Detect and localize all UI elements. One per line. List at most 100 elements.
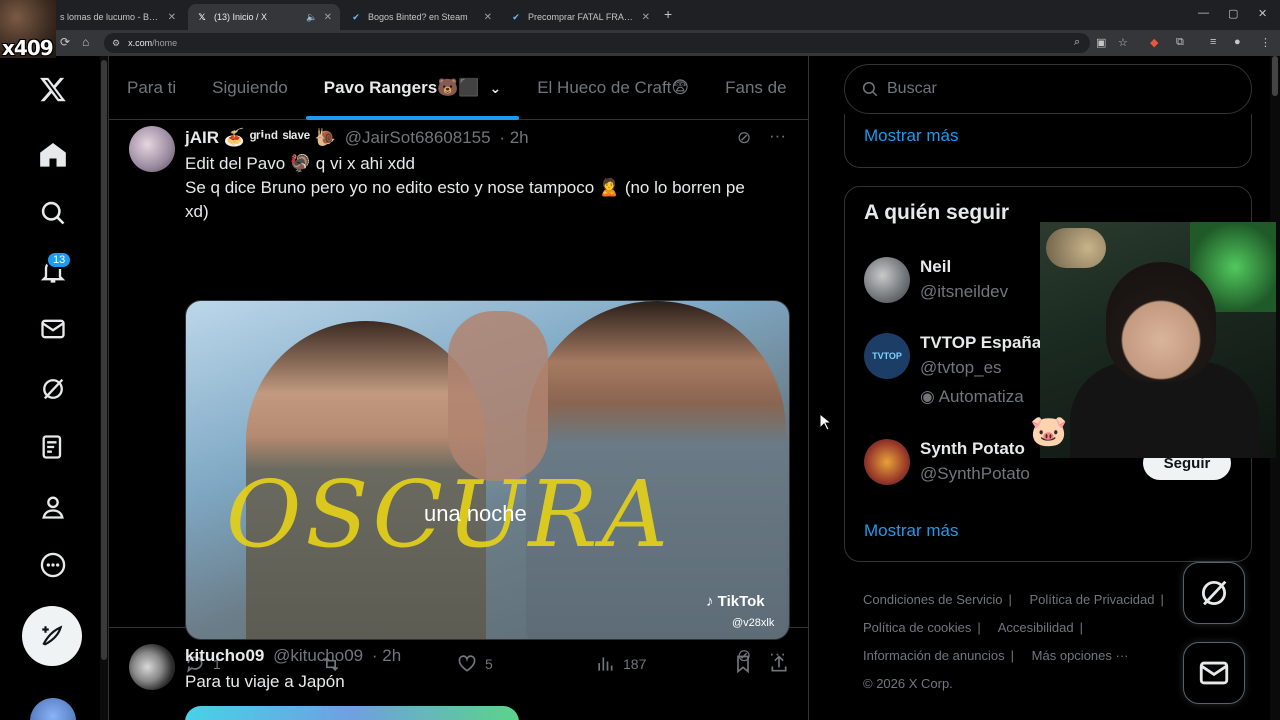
tweet-text-line: Para tu viaje a Japón bbox=[185, 672, 345, 691]
tweet-author-handle[interactable]: @kitucho09 bbox=[273, 646, 363, 665]
tweet-author-avatar[interactable] bbox=[129, 126, 175, 172]
suggestion-name[interactable]: TVTOP España bbox=[920, 333, 1041, 353]
tweet-author-name[interactable]: jAIR 🍝 ᵍʳⁱⁿᵈ ˢˡᵃᵛᵉ 🐌 bbox=[185, 128, 336, 147]
footer-separator: | bbox=[1079, 620, 1083, 635]
footer-separator: | bbox=[1008, 592, 1012, 607]
tweet-author-handle[interactable]: @JairSot68608155 bbox=[345, 128, 491, 147]
tweet-media[interactable] bbox=[185, 706, 519, 720]
scrollbar-thumb[interactable] bbox=[101, 60, 107, 660]
bookmark-star-icon[interactable]: ☆ bbox=[1118, 36, 1128, 49]
compose-post-button[interactable] bbox=[22, 606, 82, 666]
tab-label: El Hueco de Craft😨 bbox=[537, 78, 690, 97]
reload-icon[interactable]: ⟳ bbox=[60, 35, 70, 49]
messages-mail-icon[interactable] bbox=[32, 308, 74, 350]
tweet-text-line: xd) bbox=[185, 202, 209, 221]
close-window-button[interactable]: ✕ bbox=[1258, 7, 1267, 20]
more-icon[interactable]: ··· bbox=[769, 644, 786, 664]
close-tab-icon[interactable]: ✕ bbox=[642, 12, 650, 23]
suggestion-avatar[interactable]: TVTOP bbox=[864, 333, 910, 379]
mascot-sticker: 🐷 bbox=[1030, 415, 1068, 448]
tweet-text-line: Se q dice Bruno pero yo no edito esto y … bbox=[185, 178, 745, 197]
search-input[interactable]: Buscar bbox=[844, 64, 1252, 114]
close-tab-icon[interactable]: ✕ bbox=[168, 12, 176, 23]
browser-tab[interactable]: G s lomas de lucumo - Buscar c ✕ bbox=[34, 4, 184, 30]
suggestion-avatar[interactable] bbox=[864, 439, 910, 485]
microphone bbox=[1046, 228, 1106, 268]
footer-link[interactable]: Información de anuncios bbox=[863, 648, 1005, 663]
more-options-icon[interactable] bbox=[32, 544, 74, 586]
tab-label: Pavo Rangers🐻‍⬛ bbox=[323, 78, 480, 97]
grok-icon[interactable] bbox=[32, 368, 74, 410]
footer-link[interactable]: Política de Privacidad bbox=[1029, 592, 1154, 607]
tiktok-icon: ♪ bbox=[706, 593, 718, 610]
footer-link[interactable]: Accesibilidad bbox=[998, 620, 1074, 635]
home-icon[interactable] bbox=[32, 134, 74, 176]
tab-pavo-rangers[interactable]: Pavo Rangers🐻‍⬛ ⌄ bbox=[305, 56, 520, 120]
browser-tab[interactable]: ✔ Bogos Binted? en Steam ✕ bbox=[342, 4, 500, 30]
webcam-person-head bbox=[1106, 262, 1216, 382]
footer-link[interactable]: Condiciones de Servicio bbox=[863, 592, 1002, 607]
steam-icon: ✔ bbox=[512, 11, 520, 22]
scrollbar[interactable] bbox=[100, 56, 108, 720]
zoom-icon[interactable]: ⌕ bbox=[1074, 36, 1080, 49]
close-tab-icon[interactable]: ✕ bbox=[484, 12, 492, 23]
grok-fab-button[interactable] bbox=[1183, 562, 1245, 624]
extension-icon[interactable]: ◆ bbox=[1150, 36, 1158, 49]
tweet-header: jAIR 🍝 ᵍʳⁱⁿᵈ ˢˡᵃᵛᵉ 🐌 @JairSot68608155 · … bbox=[185, 128, 529, 148]
media-controls-icon[interactable]: ≡ bbox=[1210, 36, 1216, 48]
trends-card: Mostrar más bbox=[844, 114, 1252, 168]
suggestion-handle: @tvtop_es bbox=[920, 358, 1002, 377]
address-bar[interactable]: ⚙ x.com/home bbox=[104, 33, 1090, 53]
cast-icon[interactable]: ▣ bbox=[1096, 36, 1106, 49]
menu-icon[interactable]: ⋮ bbox=[1260, 36, 1271, 49]
account-avatar[interactable] bbox=[30, 698, 76, 720]
browser-tab-active[interactable]: 𝕏 (13) Inicio / X 🔈 ✕ bbox=[188, 4, 340, 30]
close-tab-icon[interactable]: ✕ bbox=[324, 12, 332, 23]
tab-siguiendo[interactable]: Siguiendo bbox=[194, 56, 306, 120]
grok-icon[interactable]: ⊘ bbox=[737, 646, 751, 666]
grok-icon[interactable]: ⊘ bbox=[737, 128, 751, 148]
maximize-button[interactable]: ▢ bbox=[1228, 7, 1238, 20]
messages-fab-button[interactable] bbox=[1183, 642, 1245, 704]
new-tab-button[interactable]: + bbox=[664, 6, 672, 22]
tweet-time[interactable]: · 2h bbox=[372, 646, 401, 665]
footer-links: Condiciones de Servicio | Política de Pri… bbox=[863, 586, 1203, 698]
tab-para-ti[interactable]: Para ti bbox=[109, 56, 194, 120]
tweet[interactable]: jAIR 🍝 ᵍʳⁱⁿᵈ ˢˡᵃᵛᵉ 🐌 @JairSot68608155 · … bbox=[109, 120, 808, 674]
stream-label: x409 bbox=[2, 36, 54, 60]
more-icon[interactable]: ··· bbox=[769, 126, 786, 146]
tiktok-watermark: ♪ TikTok bbox=[706, 593, 765, 610]
lists-icon[interactable] bbox=[32, 426, 74, 468]
scrollbar-thumb[interactable] bbox=[1272, 56, 1278, 96]
suggestion-name[interactable]: Synth Potato bbox=[920, 439, 1025, 459]
extensions-puzzle-icon[interactable]: ⧉ bbox=[1176, 36, 1184, 49]
profile-person-icon[interactable] bbox=[32, 486, 74, 528]
explore-search-icon[interactable] bbox=[32, 192, 74, 234]
browser-tab-title: Bogos Binted? en Steam bbox=[368, 12, 468, 22]
show-more-link[interactable]: Mostrar más bbox=[864, 521, 958, 541]
suggestion-avatar[interactable] bbox=[864, 257, 910, 303]
video-hand bbox=[448, 311, 548, 481]
tweet-text-line: Edit del Pavo 🦃 q vi x ahi xdd bbox=[185, 154, 416, 173]
profile-icon[interactable]: ● bbox=[1234, 36, 1241, 48]
tweet-video[interactable]: OSCURA una noche ♪ TikTok @v28xlk bbox=[185, 300, 790, 640]
footer-link[interactable]: Política de cookies bbox=[863, 620, 971, 635]
show-more-link[interactable]: Mostrar más bbox=[864, 126, 958, 146]
x-logo-icon[interactable] bbox=[32, 68, 74, 110]
tweet-author-name[interactable]: kitucho09 bbox=[185, 646, 264, 665]
site-info-icon[interactable]: ⚙ bbox=[112, 38, 120, 49]
chevron-down-icon[interactable]: ⌄ bbox=[489, 80, 501, 97]
home-icon[interactable]: ⌂ bbox=[82, 35, 89, 49]
tab-el-hueco-de-craft[interactable]: El Hueco de Craft😨 bbox=[519, 56, 707, 120]
mouse-cursor-icon bbox=[819, 413, 831, 431]
tweet-author-avatar[interactable] bbox=[129, 644, 175, 690]
speaker-icon[interactable]: 🔈 bbox=[306, 12, 317, 23]
timeline: Para ti Siguiendo Pavo Rangers🐻‍⬛ ⌄ El Hu… bbox=[108, 56, 809, 720]
tab-fans-de[interactable]: Fans de bbox=[707, 56, 804, 120]
tweet-time[interactable]: · 2h bbox=[499, 128, 528, 147]
browser-tab[interactable]: ✔ Precomprar FATAL FRAME II: Cr ✕ bbox=[502, 4, 658, 30]
suggestion-name[interactable]: Neil bbox=[920, 257, 951, 277]
mail-icon bbox=[1199, 661, 1229, 685]
minimize-button[interactable]: — bbox=[1198, 7, 1209, 19]
more-options-link[interactable]: Más opciones ··· bbox=[1032, 648, 1129, 663]
